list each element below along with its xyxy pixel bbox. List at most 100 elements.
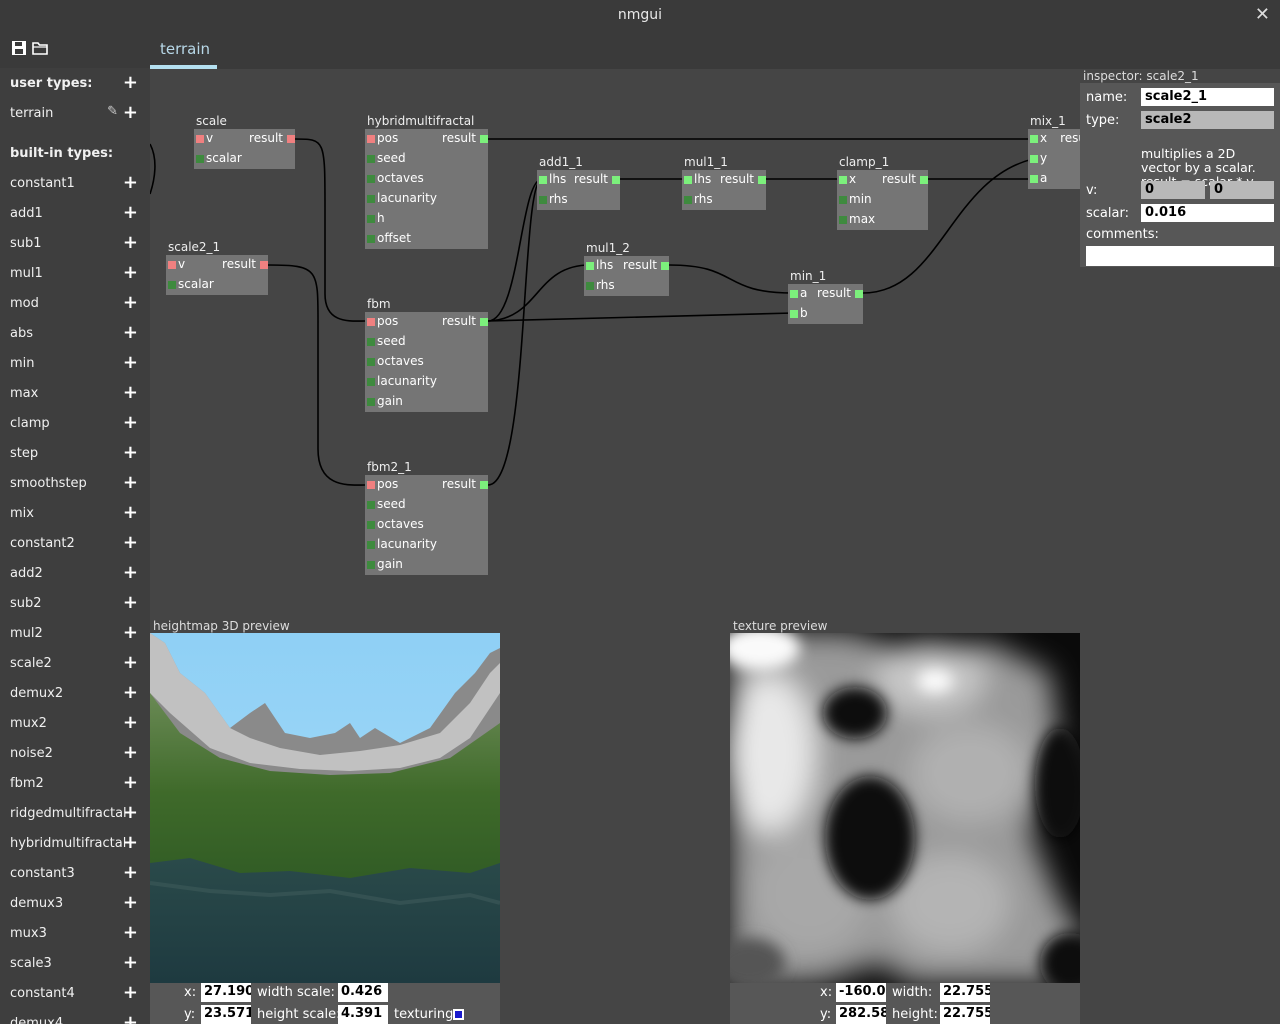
heightmap-x-field[interactable]: 27.190 [201,983,251,1002]
sidebar-item-mul1[interactable]: mul1 + [0,258,150,288]
texture-y-field[interactable]: 282.58 [836,1005,886,1024]
height-scale-field[interactable]: 4.391 [338,1005,388,1024]
sidebar-item-mux3[interactable]: mux3 + [0,918,150,948]
add-node-icon[interactable]: + [123,1012,138,1024]
input-port-max[interactable]: max [837,210,883,230]
port-connector[interactable] [168,261,176,269]
sidebar-item-ridgedmultifractal[interactable]: ridgedmultifractal + [0,798,150,828]
port-connector[interactable] [920,176,928,184]
node-fbm[interactable]: fbm pos seed octaves lacunarity gain result [365,297,488,412]
port-connector[interactable] [168,281,176,289]
input-port-octaves[interactable]: octaves [365,169,427,189]
input-port-scalar[interactable]: scalar [194,149,245,169]
texture-height-field[interactable]: 22.755 [940,1005,990,1024]
port-connector[interactable] [367,195,375,203]
input-port-offset[interactable]: offset [365,229,427,249]
input-port-seed[interactable]: seed [365,332,427,352]
port-connector[interactable] [287,135,295,143]
sidebar-item-mux2[interactable]: mux2 + [0,708,150,738]
sidebar-item-constant1[interactable]: constant1 + [0,168,150,198]
close-icon[interactable]: ✕ [1255,4,1270,25]
port-connector[interactable] [367,155,375,163]
heightmap-y-field[interactable]: 23.571 [201,1005,251,1024]
sidebar-item-min[interactable]: min + [0,348,150,378]
add-node-icon[interactable]: + [123,892,138,913]
add-node-icon[interactable]: + [123,982,138,1003]
port-connector[interactable] [586,262,594,270]
output-port-result[interactable]: result [720,170,766,190]
sidebar-item-constant3[interactable]: constant3 + [0,858,150,888]
input-port-h[interactable]: h [365,209,427,229]
sidebar-item-mul2[interactable]: mul2 + [0,618,150,648]
input-port-pos[interactable]: pos [365,129,427,149]
node-hybridmultifractal[interactable]: hybridmultifractal pos seed octaves lacunari… [365,114,488,249]
open-folder-icon[interactable] [32,40,48,56]
sidebar-item-demux3[interactable]: demux3 + [0,888,150,918]
add-node-icon[interactable]: + [123,682,138,703]
sidebar-item-sub1[interactable]: sub1 + [0,228,150,258]
add-node-icon[interactable]: + [123,502,138,523]
name-field[interactable]: scale2_1 [1141,88,1274,106]
node-mul1-2[interactable]: mul1_2 lhs rhs result [584,241,669,296]
add-node-icon[interactable]: + [123,442,138,463]
output-port-result[interactable]: result [623,256,669,276]
texture-width-field[interactable]: 22.755 [940,983,990,1002]
output-port-result[interactable]: result [427,475,488,495]
node-mul1-1[interactable]: mul1_1 lhs rhs result [682,155,766,210]
input-port-b[interactable]: b [788,304,826,324]
node-clamp-1[interactable]: clamp_1 x min max result [837,155,928,230]
input-port-scalar[interactable]: scalar [166,275,217,295]
port-connector[interactable] [855,290,863,298]
add-node-icon[interactable]: + [123,742,138,763]
input-port-lhs[interactable]: lhs [584,256,627,276]
add-user-type-icon[interactable]: + [123,72,138,93]
port-connector[interactable] [1030,155,1038,163]
add-node-icon[interactable]: + [123,832,138,853]
input-port-v[interactable]: v [166,255,217,275]
input-port-x[interactable]: x [837,170,883,190]
input-port-gain[interactable]: gain [365,555,427,575]
port-connector[interactable] [480,481,488,489]
node-graph-canvas[interactable]: scale v scalar result scale2_1 v scalar result h… [150,69,1080,619]
port-connector[interactable] [758,176,766,184]
port-connector[interactable] [367,215,375,223]
add-node-icon[interactable]: + [123,322,138,343]
add-node-icon[interactable]: + [123,622,138,643]
sidebar-item-constant2[interactable]: constant2 + [0,528,150,558]
node-scale2-1[interactable]: scale2_1 v scalar result [166,240,268,295]
node-scale[interactable]: scale v scalar result [194,114,295,169]
input-port-x[interactable]: x [1028,129,1063,149]
add-node-icon[interactable]: + [123,102,138,123]
add-node-icon[interactable]: + [123,562,138,583]
port-connector[interactable] [612,176,620,184]
texturing-checkbox[interactable] [453,1009,464,1020]
port-connector[interactable] [790,310,798,318]
node-min-1[interactable]: min_1 a b result [788,269,863,324]
output-port-result[interactable]: result [882,170,928,190]
sidebar-item-abs[interactable]: abs + [0,318,150,348]
input-port-lacunarity[interactable]: lacunarity [365,189,437,209]
add-node-icon[interactable]: + [123,532,138,553]
sidebar-item-scale3[interactable]: scale3 + [0,948,150,978]
save-icon[interactable] [11,40,27,56]
port-connector[interactable] [367,501,375,509]
input-port-gain[interactable]: gain [365,392,427,412]
edit-icon[interactable]: ✎ [107,104,118,119]
port-connector[interactable] [1030,135,1038,143]
add-node-icon[interactable]: + [123,652,138,673]
port-connector[interactable] [684,176,692,184]
port-connector[interactable] [790,290,798,298]
add-node-icon[interactable]: + [123,202,138,223]
port-connector[interactable] [367,358,375,366]
add-node-icon[interactable]: + [123,922,138,943]
input-port-y[interactable]: y [1028,149,1063,169]
sidebar-item-clamp[interactable]: clamp + [0,408,150,438]
input-port-rhs[interactable]: rhs [584,276,627,296]
port-connector[interactable] [586,282,594,290]
node-mix-1[interactable]: mix_1xya resu [1028,114,1080,189]
add-node-icon[interactable]: + [123,172,138,193]
output-port-result[interactable]: result [574,170,620,190]
port-connector[interactable] [367,135,375,143]
add-node-icon[interactable]: + [123,472,138,493]
heightmap-3d-view[interactable] [150,633,500,983]
